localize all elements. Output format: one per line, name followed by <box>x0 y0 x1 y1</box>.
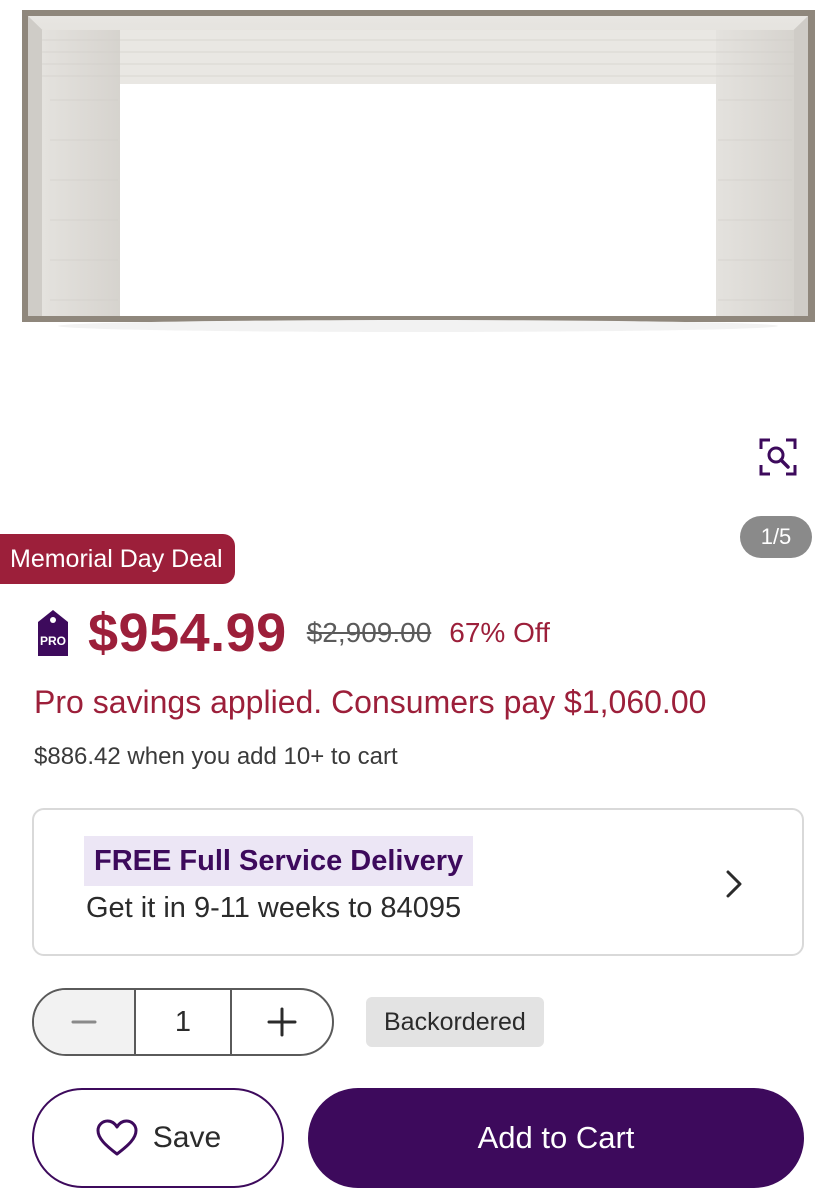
image-counter: 1/5 <box>740 516 812 558</box>
was-price: $2,909.00 <box>306 617 432 648</box>
product-image[interactable] <box>0 0 837 430</box>
status-badge: Backordered <box>366 997 544 1047</box>
console-table-illustration <box>22 10 815 332</box>
zoom-search-icon <box>759 438 797 476</box>
pro-savings-text: Pro savings applied. Consumers pay $1,06… <box>34 684 707 720</box>
sale-price: $954.99 <box>88 603 287 663</box>
minus-icon <box>71 1020 97 1024</box>
quantity-value[interactable]: 1 <box>134 990 232 1054</box>
delivery-card[interactable]: FREE Full Service Delivery Get it in 9-1… <box>32 808 804 956</box>
deal-badge: Memorial Day Deal <box>0 534 235 584</box>
delivery-estimate: Get it in 9-11 weeks to 84095 <box>86 892 462 924</box>
delivery-title: FREE Full Service Delivery <box>84 836 474 886</box>
pro-tag-icon: PRO <box>38 610 68 656</box>
zoom-button[interactable] <box>756 435 800 479</box>
chevron-right-icon <box>726 870 742 898</box>
bulk-price-text: $886.42 when you add 10+ to cart <box>34 743 398 770</box>
save-label: Save <box>152 1121 222 1154</box>
price-row: PRO $954.99 $2,909.00 67% Off <box>36 600 550 666</box>
increase-quantity-button[interactable] <box>232 990 332 1054</box>
add-to-cart-button[interactable]: Add to Cart <box>308 1088 804 1188</box>
percent-off: 67% Off <box>449 617 550 648</box>
save-button[interactable]: Save <box>32 1088 284 1188</box>
decrease-quantity-button[interactable] <box>34 990 134 1054</box>
pro-badge-text: PRO <box>40 634 66 648</box>
plus-icon <box>267 1007 297 1037</box>
quantity-stepper: 1 <box>32 988 334 1056</box>
heart-icon <box>96 1119 138 1156</box>
